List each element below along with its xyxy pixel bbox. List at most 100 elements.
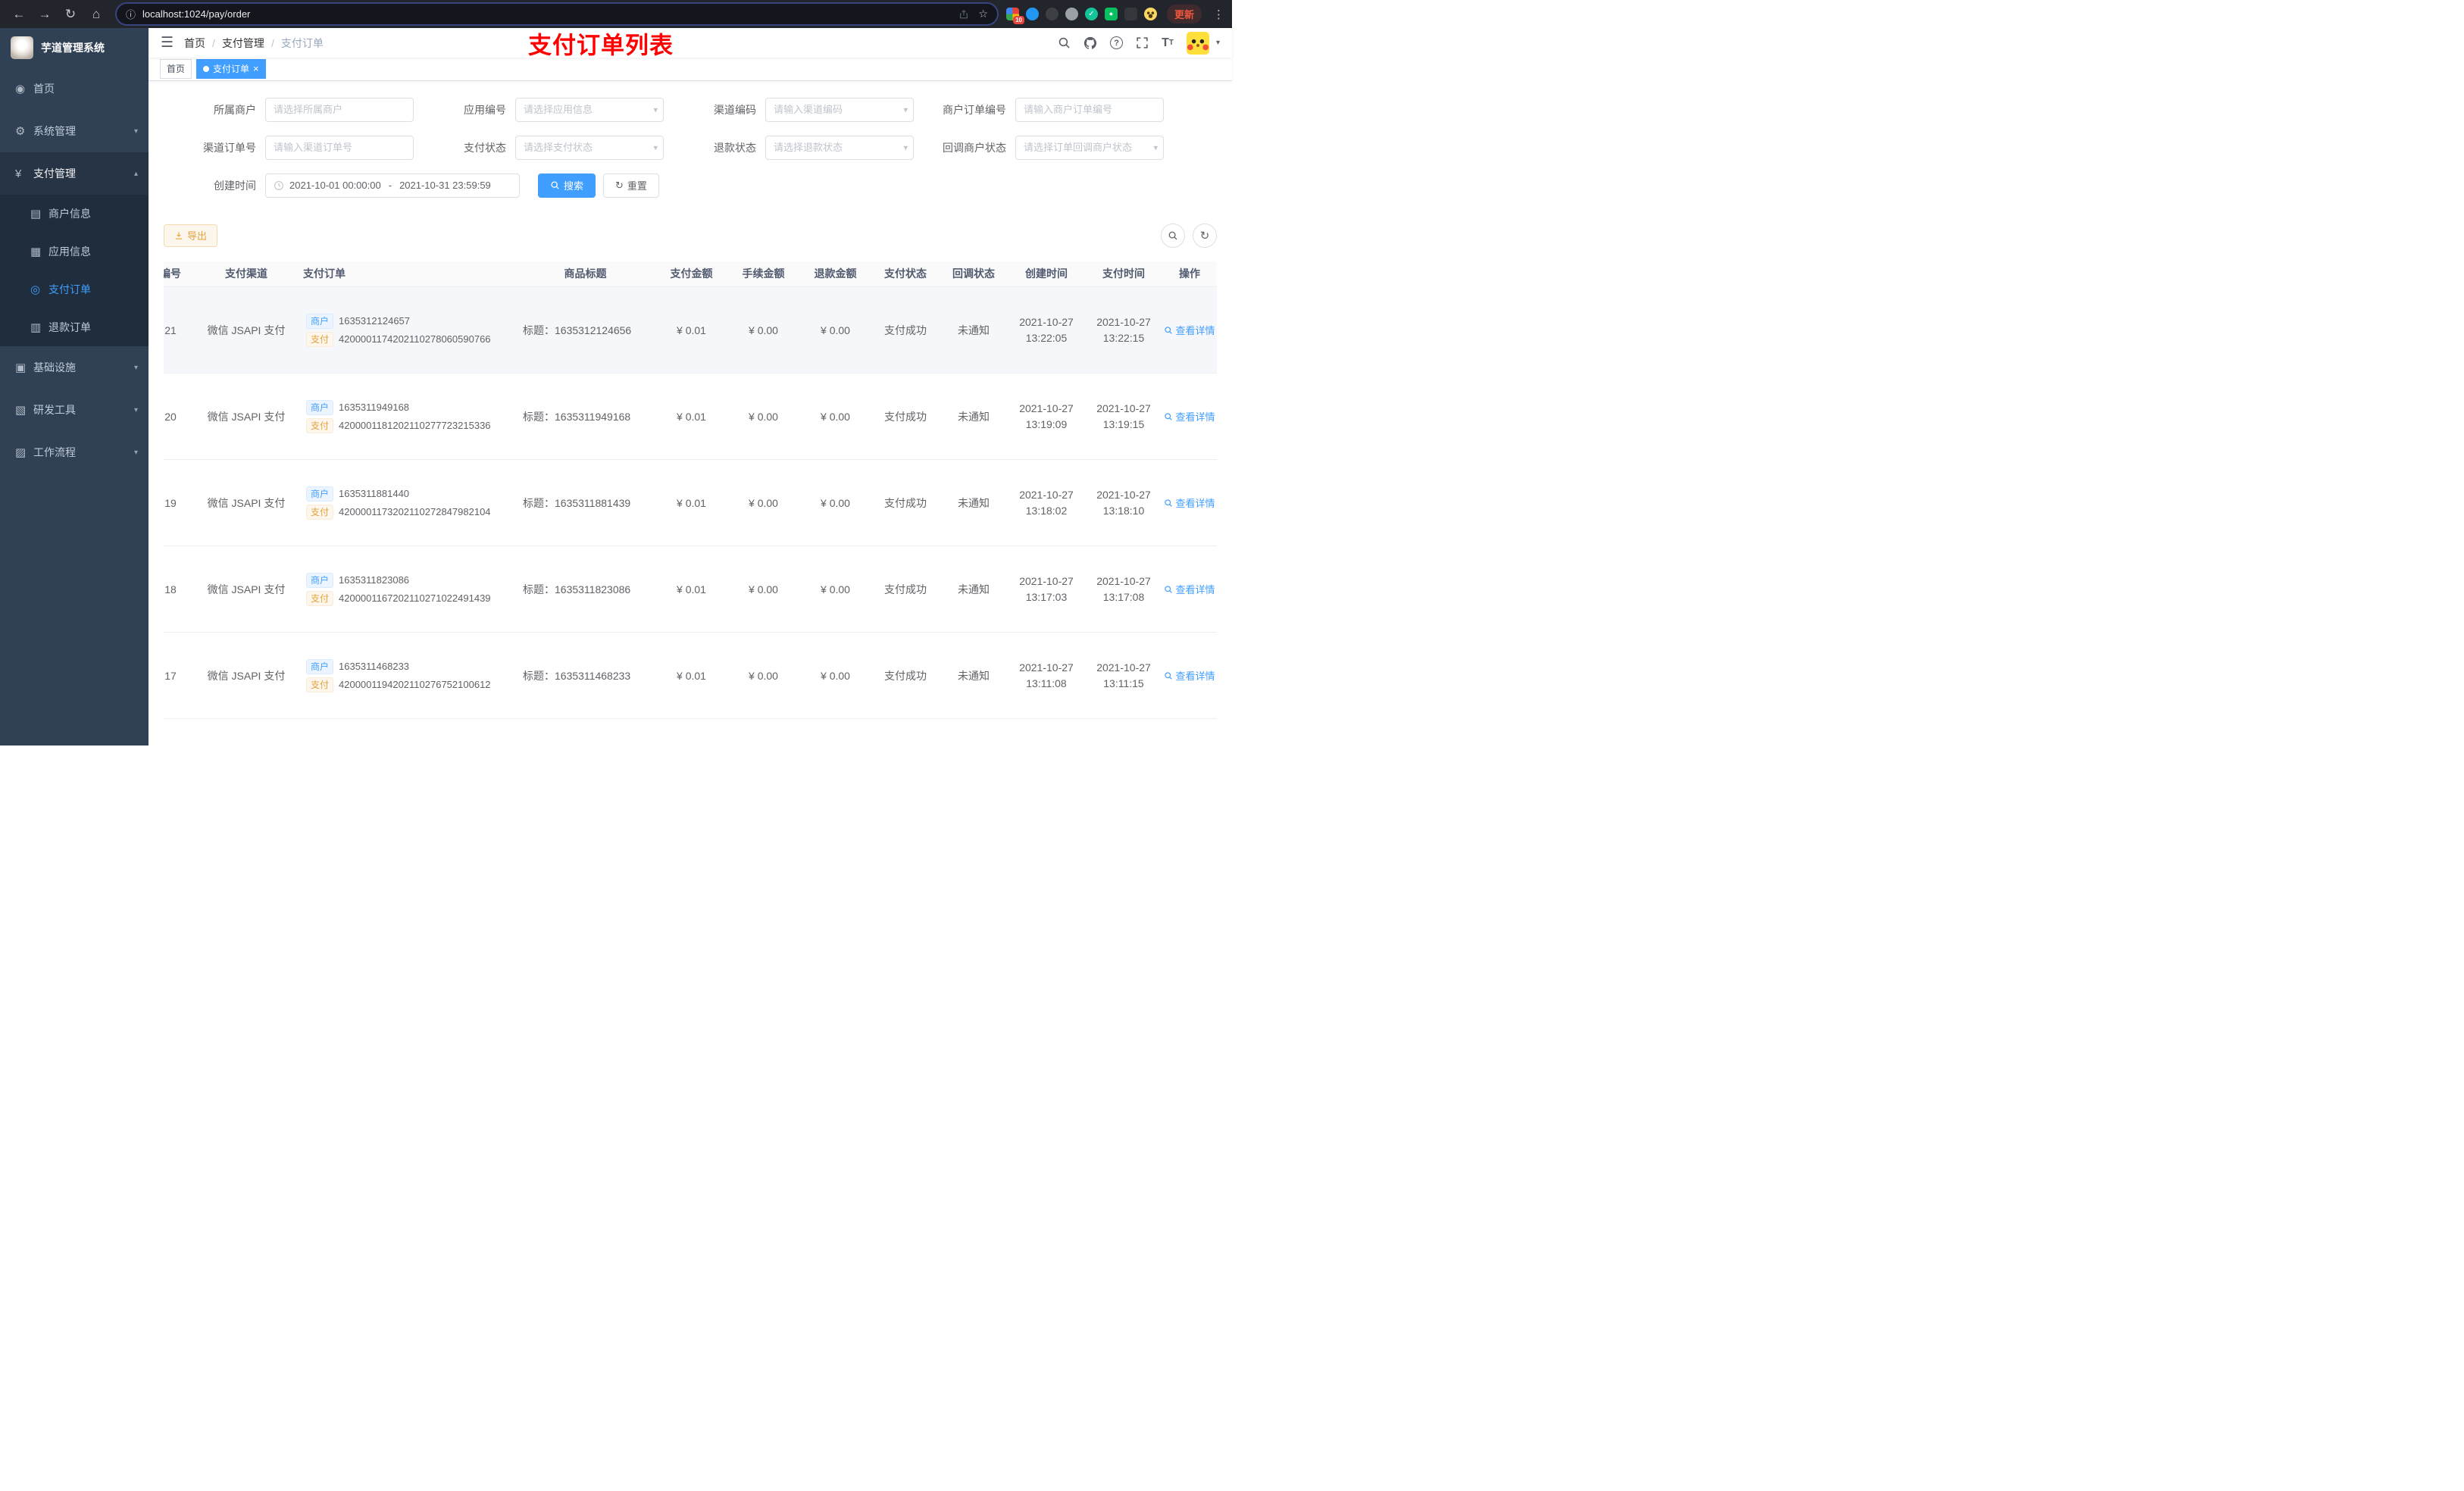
sidebar-item-devtools[interactable]: ▧ 研发工具 ▾ bbox=[0, 389, 149, 431]
sidebar-item-system[interactable]: ⚙ 系统管理 ▾ bbox=[0, 110, 149, 152]
github-icon[interactable] bbox=[1083, 36, 1097, 50]
refresh-icon: ↻ bbox=[615, 179, 624, 191]
breadcrumb-home[interactable]: 首页 bbox=[184, 36, 205, 51]
sidebar-item-pay-order[interactable]: ◎ 支付订单 bbox=[0, 270, 149, 308]
order-id-cell: 19 bbox=[164, 459, 197, 547]
breadcrumb-current: 支付订单 bbox=[280, 36, 324, 49]
dark-extension-icon[interactable] bbox=[1045, 8, 1058, 20]
pay-channel-cell: 微信 JSAPI 支付 bbox=[197, 286, 295, 374]
pay-channel-cell: 微信 JSAPI 支付 bbox=[197, 545, 295, 633]
app-no-select[interactable] bbox=[515, 97, 664, 122]
create-time-range-picker[interactable]: 2021-10-01 00:00:00 - 2021-10-31 23:59:5… bbox=[265, 173, 520, 198]
site-info-icon[interactable]: ⓘ bbox=[126, 7, 136, 21]
font-size-icon[interactable]: TT bbox=[1162, 36, 1174, 50]
sidebar-item-merchant-info[interactable]: ▤ 商户信息 bbox=[0, 195, 149, 233]
filter-notify-status-label: 回调商户状态 bbox=[943, 141, 1006, 154]
hamburger-icon[interactable]: ☰ bbox=[161, 34, 174, 52]
tab-pay-order[interactable]: 支付订单 × bbox=[196, 58, 266, 79]
browser-update-button[interactable]: 更新 bbox=[1166, 5, 1202, 23]
export-button[interactable]: 导出 bbox=[164, 223, 218, 247]
filter-form: 所属商户 应用编号 ▾ 渠道编码 ▾ bbox=[149, 81, 1232, 211]
forward-icon[interactable]: → bbox=[33, 4, 56, 25]
order-id-cell bbox=[164, 718, 197, 746]
puzzle-extension-icon[interactable] bbox=[1124, 8, 1137, 20]
merchant-order-line: 商户 1635311468233 bbox=[300, 658, 511, 674]
breadcrumb: 首页 / 支付管理 / 支付订单 bbox=[184, 36, 324, 51]
fullscreen-icon[interactable] bbox=[1136, 36, 1149, 49]
view-detail-link[interactable]: 查看详情 bbox=[1164, 323, 1215, 337]
breadcrumb-separator: / bbox=[212, 36, 215, 49]
merchant-tag: 商户 bbox=[306, 399, 334, 415]
reset-button[interactable]: ↻ 重置 bbox=[603, 173, 659, 198]
pay-status-cell: 支付成功 bbox=[871, 286, 940, 374]
table-row: 21 微信 JSAPI 支付 商户 1635312124657 支付 42000… bbox=[164, 286, 1217, 374]
pay-amount-cell: ¥ 0.01 bbox=[655, 286, 727, 374]
refresh-table-button[interactable]: ↻ bbox=[1193, 223, 1217, 248]
col-notify: 回调状态 bbox=[940, 261, 1008, 288]
refund-status-select[interactable] bbox=[765, 135, 914, 160]
table-header-row: 编号 支付渠道 支付订单 商品标题 支付金额 手续金额 退款金额 支付状态 回调… bbox=[164, 261, 1217, 288]
home-icon[interactable]: ⌂ bbox=[85, 4, 108, 25]
pay-order-line: 支付 4200001181202110277723215336 bbox=[300, 417, 511, 433]
view-detail-link[interactable]: 查看详情 bbox=[1164, 495, 1215, 510]
check-extension-icon[interactable]: ✓ bbox=[1084, 8, 1098, 20]
help-icon[interactable]: ? bbox=[1110, 36, 1124, 50]
pay-order-cell: 商户 1635311881440 支付 42000011732021102728… bbox=[295, 459, 515, 547]
view-detail-link[interactable]: 查看详情 bbox=[1164, 582, 1215, 596]
chevron-down-icon: ▾ bbox=[133, 405, 138, 414]
refund-amount-cell bbox=[799, 718, 871, 746]
pay-amount-cell: ¥ 0.01 bbox=[655, 545, 727, 633]
url-text: localhost:1024/pay/order bbox=[142, 8, 251, 20]
fee-amount-cell: ¥ 0.00 bbox=[727, 545, 799, 633]
sidebar-item-app-info[interactable]: ▦ 应用信息 bbox=[0, 233, 149, 270]
tab-home[interactable]: 首页 bbox=[160, 58, 192, 79]
breadcrumb-payment[interactable]: 支付管理 bbox=[222, 36, 264, 51]
url-bar[interactable]: ⓘ localhost:1024/pay/order ☆ bbox=[117, 4, 997, 24]
bookmark-star-icon[interactable]: ☆ bbox=[978, 8, 988, 20]
extensions-grid-icon[interactable]: 10 bbox=[1005, 8, 1024, 24]
reload-icon[interactable]: ↻ bbox=[59, 4, 82, 25]
view-detail-link[interactable]: 查看详情 bbox=[1164, 668, 1215, 683]
order-id-cell: 20 bbox=[164, 373, 197, 461]
product-title-cell bbox=[515, 718, 655, 746]
emoji-extension-icon[interactable] bbox=[1143, 8, 1157, 20]
share-icon[interactable] bbox=[958, 9, 969, 20]
gray-extension-icon[interactable] bbox=[1065, 8, 1078, 20]
table-row: 20 微信 JSAPI 支付 商户 1635311949168 支付 42000… bbox=[164, 373, 1217, 461]
pay-order-no: 4200001194202110276752100612 bbox=[339, 679, 491, 691]
pay-tag: 支付 bbox=[306, 417, 334, 433]
sidebar-item-workflow[interactable]: ▨ 工作流程 ▾ bbox=[0, 431, 149, 474]
sidebar-item-refund-order[interactable]: ▥ 退款订单 bbox=[0, 308, 149, 346]
table-row: 19 微信 JSAPI 支付 商户 1635311881440 支付 42000… bbox=[164, 459, 1217, 547]
avatar[interactable] bbox=[1186, 31, 1209, 55]
avatar-caret-icon[interactable]: ▾ bbox=[1216, 39, 1220, 47]
date-end: 2021-10-31 23:59:59 bbox=[399, 180, 491, 192]
channel-order-no-input[interactable] bbox=[265, 135, 414, 160]
pay-order-line: 支付 4200001174202110278060590766 bbox=[300, 331, 511, 347]
app-title: 芋道管理系统 bbox=[41, 42, 105, 54]
pay-status-cell: 支付成功 bbox=[871, 632, 940, 720]
pay-status-select[interactable] bbox=[515, 135, 664, 160]
search-icon[interactable] bbox=[1058, 36, 1071, 49]
channel-code-select[interactable] bbox=[765, 97, 914, 122]
sidebar-item-infra[interactable]: ▣ 基础设施 ▾ bbox=[0, 346, 149, 389]
merchant-order-no: 1635311468233 bbox=[339, 661, 410, 673]
browser-menu-icon[interactable]: ⋮ bbox=[1213, 8, 1224, 21]
col-create-time: 创建时间 bbox=[1008, 261, 1085, 288]
notify-status-select[interactable] bbox=[1015, 135, 1164, 160]
merchant-order-no-input[interactable] bbox=[1015, 97, 1164, 122]
drop-extension-icon[interactable] bbox=[1025, 8, 1039, 20]
create-time-cell: 2021-10-27 13:18:02 bbox=[1008, 459, 1085, 547]
sidebar-item-payment[interactable]: ¥ 支付管理 ▴ bbox=[0, 152, 149, 195]
chat-extension-icon[interactable]: ● bbox=[1104, 8, 1118, 20]
view-detail-link[interactable]: 查看详情 bbox=[1164, 409, 1215, 424]
back-icon[interactable]: ← bbox=[8, 4, 30, 25]
app-logo[interactable]: 芋道管理系统 bbox=[0, 28, 149, 67]
sidebar-item-home[interactable]: ◉ 首页 bbox=[0, 67, 149, 110]
merchant-tag: 商户 bbox=[306, 658, 334, 674]
merchant-input[interactable] bbox=[265, 97, 414, 122]
filter-refund-status-label: 退款状态 bbox=[714, 141, 756, 154]
close-icon[interactable]: × bbox=[253, 64, 259, 73]
search-button[interactable]: 搜索 bbox=[538, 173, 596, 198]
search-toggle-button[interactable] bbox=[1161, 223, 1185, 248]
